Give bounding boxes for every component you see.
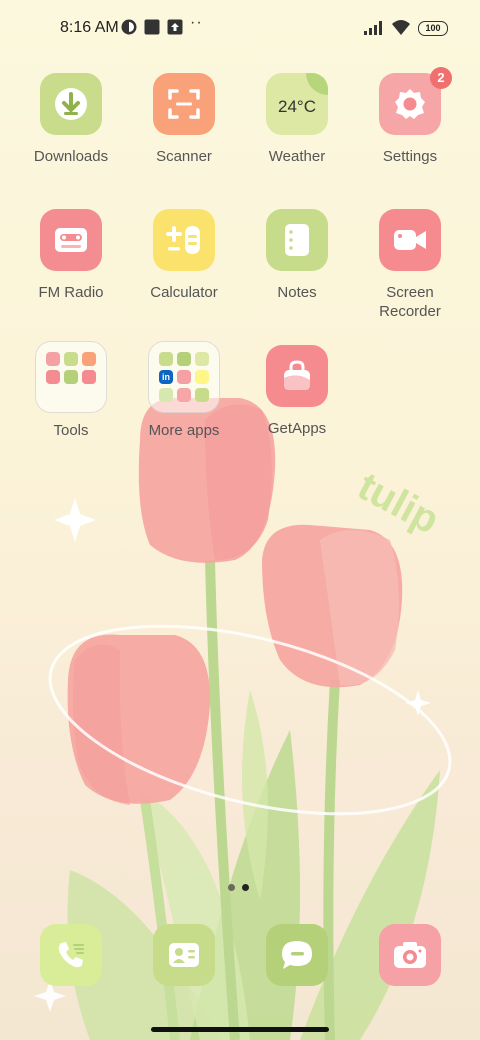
- status-bar: 8:16 AM ·· 100: [0, 0, 480, 56]
- upload-notification-icon: [167, 19, 183, 35]
- app-label-getapps: GetApps: [267, 420, 327, 437]
- tools-mini-icon: [82, 352, 96, 366]
- more-apps-mini-icon: [195, 388, 209, 402]
- app-label-tools: Tools: [53, 422, 89, 439]
- app-downloads[interactable]: Downloads: [15, 73, 127, 166]
- more-apps-mini-icon: [177, 388, 191, 402]
- messages-icon: [282, 941, 312, 969]
- page-indicator[interactable]: [228, 878, 256, 896]
- camera-icon: [394, 942, 426, 968]
- app-label-notes: Notes: [277, 284, 317, 301]
- video-camera-icon: [379, 209, 441, 271]
- app-label-fm-radio: FM Radio: [38, 284, 104, 301]
- more-apps-mini-icon: [177, 370, 191, 384]
- dock-phone[interactable]: [40, 924, 102, 986]
- downloads-icon: [40, 73, 102, 135]
- more-apps-mini-icon: [195, 352, 209, 366]
- app-screen-recorder[interactable]: Screen Recorder: [354, 209, 466, 321]
- scanner-icon: [153, 73, 215, 135]
- weather-icon: 24°C: [266, 73, 328, 135]
- contacts-icon: [169, 943, 199, 967]
- more-apps-folder-icon: in: [148, 341, 220, 413]
- app-getapps[interactable]: GetApps: [241, 345, 353, 438]
- app-label-weather: Weather: [268, 148, 326, 165]
- fm-radio-icon: [40, 209, 102, 271]
- app-settings[interactable]: 2 Settings: [354, 67, 466, 166]
- app-label-calculator: Calculator: [150, 284, 218, 301]
- dock-messages[interactable]: [266, 924, 328, 986]
- app-fm-radio[interactable]: FM Radio: [15, 209, 127, 302]
- app-label-screen-recorder: Screen Recorder: [379, 284, 441, 320]
- folder-tools[interactable]: Tools: [15, 341, 127, 440]
- weather-temperature: 24°C: [278, 97, 316, 116]
- home-indicator[interactable]: [151, 1027, 329, 1032]
- signal-icon: [364, 21, 382, 35]
- snapchat-icon: [195, 370, 209, 384]
- app-notes[interactable]: Notes: [241, 209, 353, 302]
- settings-notification-badge: 2: [430, 67, 452, 89]
- page-dot-active: [242, 884, 249, 891]
- more-apps-mini-icon: [159, 352, 173, 366]
- calculator-icon: [153, 209, 215, 271]
- phone-icon: [58, 942, 84, 968]
- status-time: 8:16 AM: [60, 19, 119, 36]
- shopping-bag-icon: [266, 345, 328, 407]
- wifi-icon: [392, 20, 410, 35]
- app-weather[interactable]: 24°C Weather: [241, 73, 353, 166]
- tools-mini-icon: [46, 352, 60, 366]
- more-apps-mini-icon: [177, 352, 191, 366]
- linkedin-icon: in: [159, 370, 173, 384]
- more-apps-mini-icon: [159, 388, 173, 402]
- tools-mini-icon: [82, 370, 96, 384]
- tools-folder-icon: [35, 341, 107, 413]
- page-dot: [228, 884, 235, 891]
- more-notifications-indicator: ··: [190, 14, 203, 31]
- app-label-more-apps: More apps: [148, 422, 220, 439]
- notes-icon: [266, 209, 328, 271]
- folder-more-apps[interactable]: in More apps: [128, 341, 240, 440]
- tools-mini-icon: [46, 370, 60, 384]
- app-label-settings: Settings: [382, 148, 438, 165]
- tools-mini-icon: [64, 352, 78, 366]
- app-calculator[interactable]: Calculator: [128, 209, 240, 302]
- app-label-scanner: Scanner: [156, 148, 212, 165]
- dock-contacts[interactable]: [153, 924, 215, 986]
- carrier-app-icon: [121, 19, 137, 35]
- tools-mini-icon: [64, 370, 78, 384]
- battery-indicator: 100: [418, 21, 448, 36]
- app-label-downloads: Downloads: [33, 148, 109, 165]
- dock-camera[interactable]: [379, 924, 441, 986]
- app-scanner[interactable]: Scanner: [128, 73, 240, 166]
- square-notification-icon: [144, 19, 160, 35]
